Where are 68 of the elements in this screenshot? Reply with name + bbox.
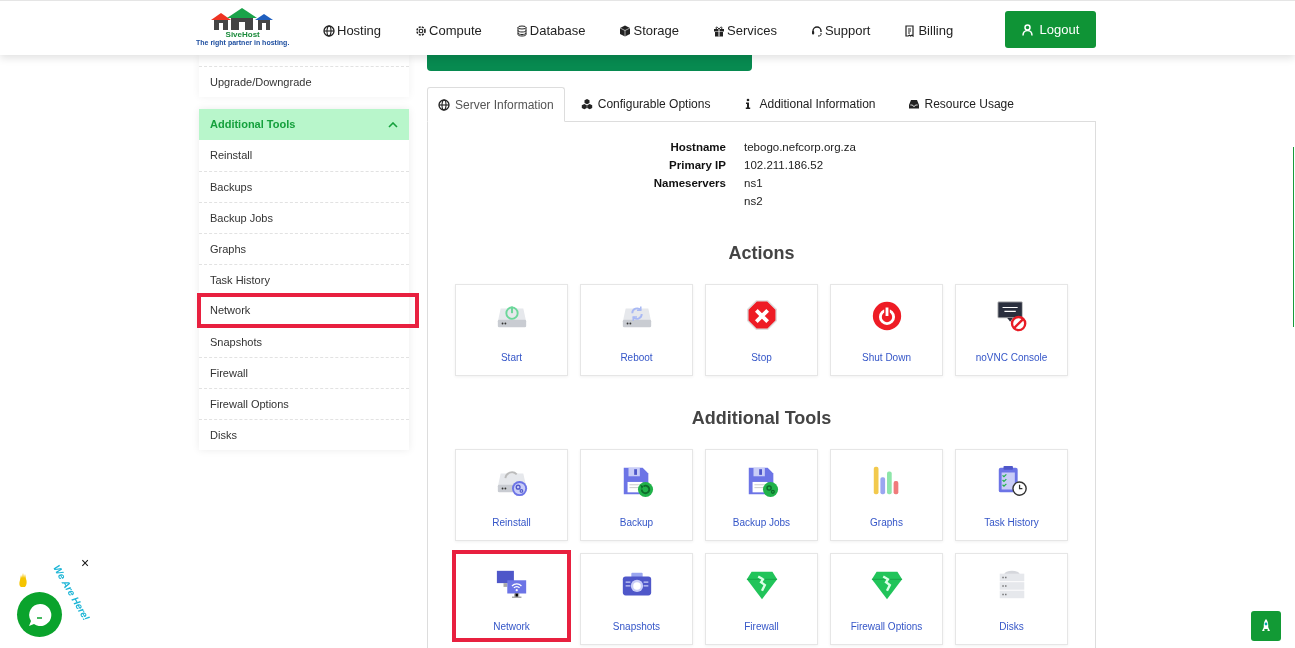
- tool-tile[interactable]: Stop: [705, 284, 818, 376]
- box-icon: [619, 24, 632, 37]
- globe-icon: [438, 98, 450, 111]
- tab[interactable]: Configurable Options: [564, 86, 727, 121]
- sidebar-item[interactable]: Snapshots: [199, 326, 409, 357]
- nav-link[interactable]: Database: [515, 21, 586, 41]
- info-value: tebogo.nefcorp.org.za: [744, 140, 857, 155]
- nav-link[interactable]: Hosting: [323, 21, 382, 41]
- sidebar-item[interactable]: Task History: [199, 264, 409, 295]
- globe-icon: [323, 24, 335, 37]
- database-icon: [515, 24, 528, 37]
- tool-tile[interactable]: Disks: [955, 553, 1068, 645]
- tool-tile[interactable]: Backup Jobs: [705, 449, 818, 541]
- panel-title: Additional Tools: [210, 117, 296, 133]
- info-label: Hostname: [669, 140, 726, 155]
- info-label: Nameservers: [652, 176, 726, 191]
- info-value: 102.211.186.52: [744, 158, 825, 173]
- nav-link[interactable]: Storage: [619, 21, 680, 41]
- sidebar-item[interactable]: Network: [197, 293, 419, 328]
- tab[interactable]: Server Information: [427, 87, 565, 122]
- nav-link[interactable]: Billing: [904, 21, 954, 41]
- info-value: ns1: [744, 176, 764, 191]
- headset-icon: [810, 24, 823, 37]
- tool-tile[interactable]: Reboot: [580, 284, 693, 376]
- section-heading: Actions: [727, 242, 796, 264]
- tool-tile[interactable]: Backup: [580, 449, 693, 541]
- nav-link[interactable]: Services: [713, 21, 777, 41]
- info-value: ns2: [744, 194, 764, 209]
- close-button[interactable]: ×: [81, 556, 90, 570]
- sidebar-item[interactable]: Backups: [199, 171, 409, 202]
- tool-tile[interactable]: Task History: [955, 449, 1068, 541]
- monitor-blocked-icon: [994, 299, 1029, 333]
- nav-link[interactable]: Compute: [415, 21, 482, 41]
- tool-tile[interactable]: Firewall: [705, 553, 818, 645]
- logout-button[interactable]: Logout: [1005, 11, 1096, 48]
- gift-icon: [713, 24, 726, 37]
- sidebar-item[interactable]: Backup Jobs: [199, 202, 409, 233]
- tool-tile[interactable]: Snapshots: [580, 553, 693, 645]
- houses-icon: [210, 8, 275, 30]
- rocket-icon: [1260, 618, 1272, 634]
- gear-icon: [415, 24, 428, 37]
- logo-name: SiveHost: [225, 30, 260, 39]
- sidebar-item[interactable]: Upgrade/Downgrade: [199, 66, 409, 97]
- inbox-icon: [907, 97, 920, 110]
- sidebar-item[interactable]: Disks: [199, 419, 409, 450]
- user-icon: [1021, 23, 1033, 36]
- tool-tile[interactable]: Shut Down: [830, 284, 943, 376]
- sidebar-item[interactable]: Reinstall: [199, 140, 409, 171]
- tool-tile[interactable]: Graphs: [830, 449, 943, 541]
- tool-tile[interactable]: Firewall Options: [830, 553, 943, 645]
- receipt-icon: [904, 24, 917, 37]
- chat-button[interactable]: [17, 592, 62, 637]
- chat-bubble-icon: [26, 601, 53, 628]
- stop-icon: [744, 299, 779, 333]
- tool-tile[interactable]: noVNC Console: [955, 284, 1068, 376]
- cubes-icon: [580, 97, 593, 110]
- section-heading: Additional Tools: [690, 407, 833, 429]
- info-label: Primary IP: [668, 158, 726, 173]
- sidebar-item[interactable]: Firewall Options: [199, 388, 409, 419]
- tool-tile[interactable]: Start: [455, 284, 568, 376]
- tool-tile[interactable]: Reinstall: [455, 449, 568, 541]
- tool-tile[interactable]: Network: [452, 550, 571, 642]
- sidebar-item[interactable]: Firewall: [199, 357, 409, 388]
- nav-link[interactable]: Support: [810, 21, 871, 41]
- tab[interactable]: Additional Information: [726, 86, 892, 121]
- sidebar-item[interactable]: Graphs: [199, 233, 409, 264]
- rocket-button[interactable]: [1251, 611, 1281, 641]
- tab[interactable]: Resource Usage: [891, 86, 1030, 121]
